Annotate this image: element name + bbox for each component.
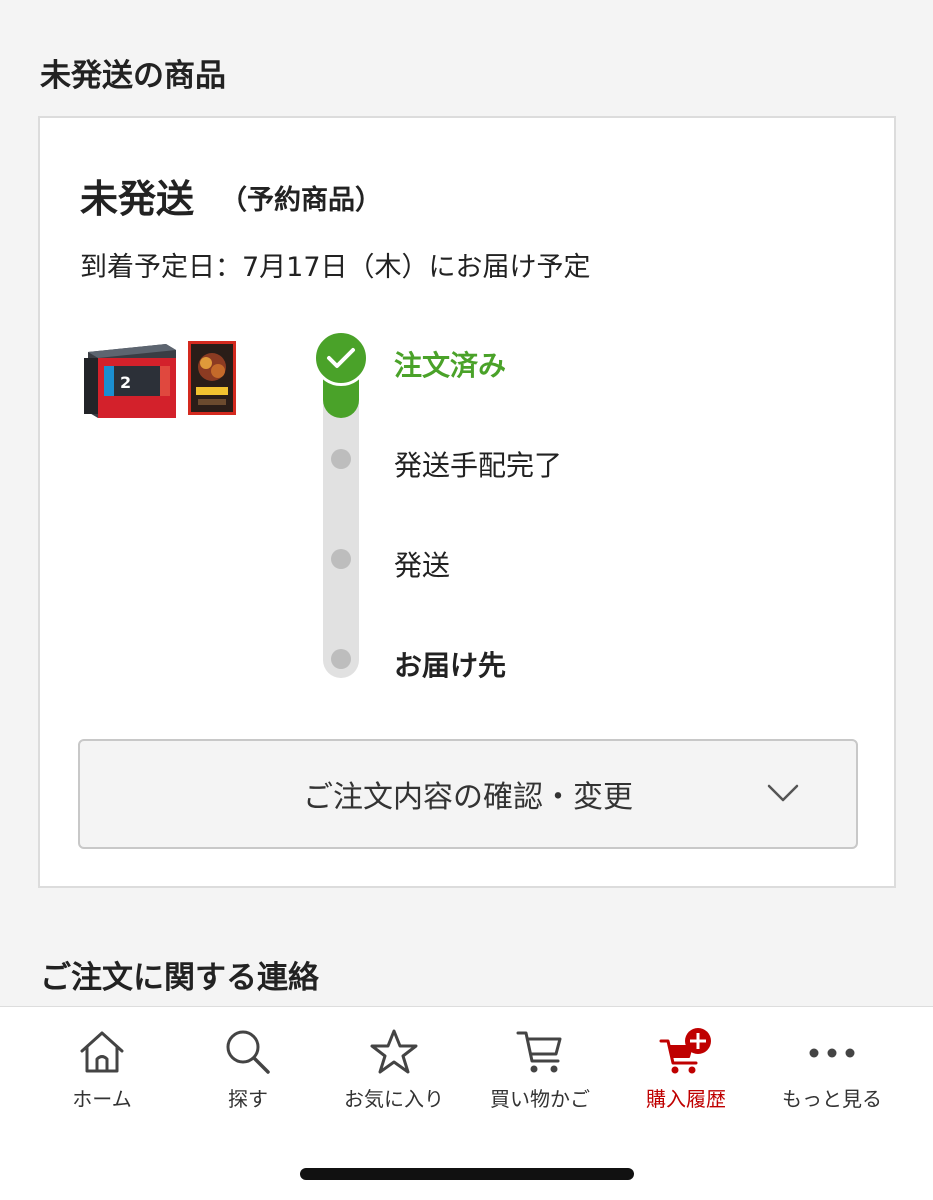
nav-label-cart: 買い物かご bbox=[490, 1087, 590, 1111]
nav-label-home: ホーム bbox=[72, 1087, 132, 1111]
nav-more[interactable]: もっと見る bbox=[759, 1023, 905, 1119]
order-card: 未発送 （予約商品） 到着予定日：7月17日（木）にお届け予定 2 注文済み 発… bbox=[38, 116, 896, 888]
search-icon bbox=[218, 1023, 278, 1081]
step-dot-delivered bbox=[331, 649, 351, 669]
step-dot-shipped bbox=[331, 549, 351, 569]
unshipped-section-heading: 未発送の商品 bbox=[40, 58, 226, 94]
arrival-date-text: 到着予定日：7月17日（木）にお届け予定 bbox=[80, 252, 591, 283]
step-label-arranged: 発送手配完了 bbox=[394, 449, 563, 482]
product-image-console[interactable]: 2 bbox=[84, 340, 178, 418]
order-status-note: （予約商品） bbox=[220, 185, 382, 216]
svg-text:2: 2 bbox=[120, 373, 131, 392]
cart-icon bbox=[510, 1023, 570, 1081]
cart-history-icon bbox=[656, 1023, 716, 1081]
step-dot-arranged bbox=[331, 449, 351, 469]
step-done-check-icon bbox=[313, 330, 369, 386]
home-indicator[interactable] bbox=[300, 1168, 634, 1180]
nav-label-search: 探す bbox=[228, 1087, 268, 1111]
nav-label-purchase-history: 購入履歴 bbox=[646, 1087, 726, 1111]
order-details-button[interactable]: ご注文内容の確認・変更 bbox=[78, 739, 858, 849]
chevron-down-icon bbox=[767, 784, 799, 802]
nav-purchase-history[interactable]: 購入履歴 bbox=[613, 1023, 759, 1119]
step-label-delivery: お届け先 bbox=[394, 649, 507, 682]
more-dots-icon bbox=[802, 1023, 862, 1081]
step-label-shipped: 発送 bbox=[394, 549, 451, 582]
nav-search[interactable]: 探す bbox=[175, 1023, 321, 1119]
home-icon bbox=[72, 1023, 132, 1081]
nav-home[interactable]: ホーム bbox=[29, 1023, 175, 1119]
step-label-ordered: 注文済み bbox=[394, 349, 507, 382]
app-screen: 未発送の商品 未発送 （予約商品） 到着予定日：7月17日（木）にお届け予定 2 bbox=[0, 0, 933, 1200]
nav-label-more: もっと見る bbox=[782, 1087, 882, 1111]
order-details-label: ご注文内容の確認・変更 bbox=[303, 780, 633, 815]
order-contact-section-heading: ご注文に関する連絡 bbox=[40, 960, 319, 996]
order-status-title: 未発送 bbox=[80, 177, 195, 221]
star-icon bbox=[364, 1023, 424, 1081]
product-image-game[interactable] bbox=[188, 341, 236, 415]
nav-label-favorites: お気に入り bbox=[344, 1087, 444, 1111]
nav-favorites[interactable]: お気に入り bbox=[321, 1023, 467, 1119]
nav-cart[interactable]: 買い物かご bbox=[467, 1023, 613, 1119]
